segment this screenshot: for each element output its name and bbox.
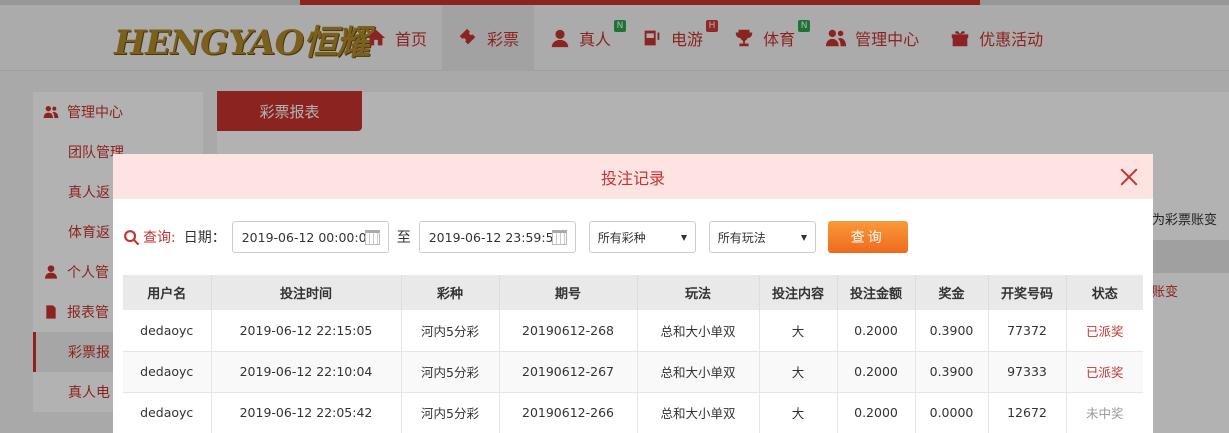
cell-numbers: 12672 <box>988 392 1067 433</box>
cell-play: 总和大小单双 <box>637 351 760 393</box>
calendar-icon[interactable] <box>364 230 380 245</box>
close-icon[interactable] <box>1117 165 1141 189</box>
cell-user: dedaoyc <box>123 392 212 433</box>
status-badge: 未中奖 <box>1066 392 1143 433</box>
cell-time: 2019-06-12 22:15:05 <box>211 310 402 352</box>
column-header: 投注金额 <box>837 275 916 310</box>
chevron-down-icon <box>680 235 687 241</box>
end-date-value: 2019-06-12 23:59:59 <box>428 229 562 245</box>
cell-user: dedaoyc <box>123 351 212 393</box>
cell-time: 2019-06-12 22:05:42 <box>211 392 402 433</box>
cell-content: 大 <box>759 392 838 433</box>
cell-time: 2019-06-12 22:10:04 <box>211 351 402 393</box>
column-header: 用户名 <box>123 275 212 310</box>
column-header: 开奖号码 <box>988 275 1067 310</box>
play-type-select[interactable]: 所有玩法 <box>708 221 816 253</box>
column-header: 状态 <box>1066 275 1143 310</box>
search-icon <box>124 229 140 245</box>
chevron-down-icon <box>800 235 807 241</box>
bet-record-modal: 投注记录 查询: 日期： 2019-06-12 00:00:00 至 2019-… <box>113 154 1153 433</box>
cell-lottery: 河内5分彩 <box>401 310 500 352</box>
end-date-input[interactable]: 2019-06-12 23:59:59 <box>418 221 576 253</box>
column-header: 投注内容 <box>759 275 838 310</box>
column-header: 投注时间 <box>211 275 402 310</box>
cell-prize: 0.3900 <box>915 310 989 352</box>
lottery-type-value: 所有彩种 <box>597 230 646 245</box>
cell-issue: 20190612-267 <box>499 351 638 393</box>
cell-play: 总和大小单双 <box>637 310 760 352</box>
column-header: 彩种 <box>401 275 500 310</box>
date-label: 日期： <box>183 230 226 246</box>
query-label: 查询: <box>123 227 176 247</box>
status-badge: 已派奖 <box>1066 310 1143 352</box>
start-date-value: 2019-06-12 00:00:00 <box>241 229 375 245</box>
cell-prize: 0.0000 <box>915 392 989 433</box>
cell-lottery: 河内5分彩 <box>401 351 500 393</box>
to-label: 至 <box>396 230 411 246</box>
table-header-row: 用户名 投注时间 彩种 期号 玩法 投注内容 投注金额 奖金 开奖号码 状态 <box>123 275 1143 310</box>
cell-amount: 0.2000 <box>837 351 916 393</box>
cell-numbers: 77372 <box>988 310 1067 352</box>
filter-bar: 查询: 日期： 2019-06-12 00:00:00 至 2019-06-12… <box>123 221 908 253</box>
cell-issue: 20190612-266 <box>499 392 638 433</box>
column-header: 期号 <box>499 275 638 310</box>
play-type-value: 所有玩法 <box>717 230 766 245</box>
cell-numbers: 97333 <box>988 351 1067 393</box>
table-row: dedaoyc 2019-06-12 22:05:42 河内5分彩 201906… <box>123 392 1143 433</box>
cell-lottery: 河内5分彩 <box>401 392 500 433</box>
cell-amount: 0.2000 <box>837 310 916 352</box>
cell-play: 总和大小单双 <box>637 392 760 433</box>
column-header: 奖金 <box>915 275 989 310</box>
table-row: dedaoyc 2019-06-12 22:15:05 河内5分彩 201906… <box>123 310 1143 352</box>
start-date-input[interactable]: 2019-06-12 00:00:00 <box>231 221 389 253</box>
cell-content: 大 <box>759 351 838 393</box>
table-row: dedaoyc 2019-06-12 22:10:04 河内5分彩 201906… <box>123 351 1143 393</box>
cell-content: 大 <box>759 310 838 352</box>
cell-issue: 20190612-268 <box>499 310 638 352</box>
query-button[interactable]: 查询 <box>827 221 908 253</box>
modal-header: 投注记录 <box>113 154 1153 199</box>
bet-record-table: 用户名 投注时间 彩种 期号 玩法 投注内容 投注金额 奖金 开奖号码 状态 d… <box>123 275 1143 433</box>
cell-user: dedaoyc <box>123 310 212 352</box>
query-label-text: 查询: <box>143 230 176 246</box>
cell-amount: 0.2000 <box>837 392 916 433</box>
status-badge: 已派奖 <box>1066 351 1143 393</box>
modal-title: 投注记录 <box>600 168 665 188</box>
lottery-type-select[interactable]: 所有彩种 <box>588 221 696 253</box>
column-header: 玩法 <box>637 275 760 310</box>
cell-prize: 0.3900 <box>915 351 989 393</box>
calendar-icon[interactable] <box>551 230 567 245</box>
